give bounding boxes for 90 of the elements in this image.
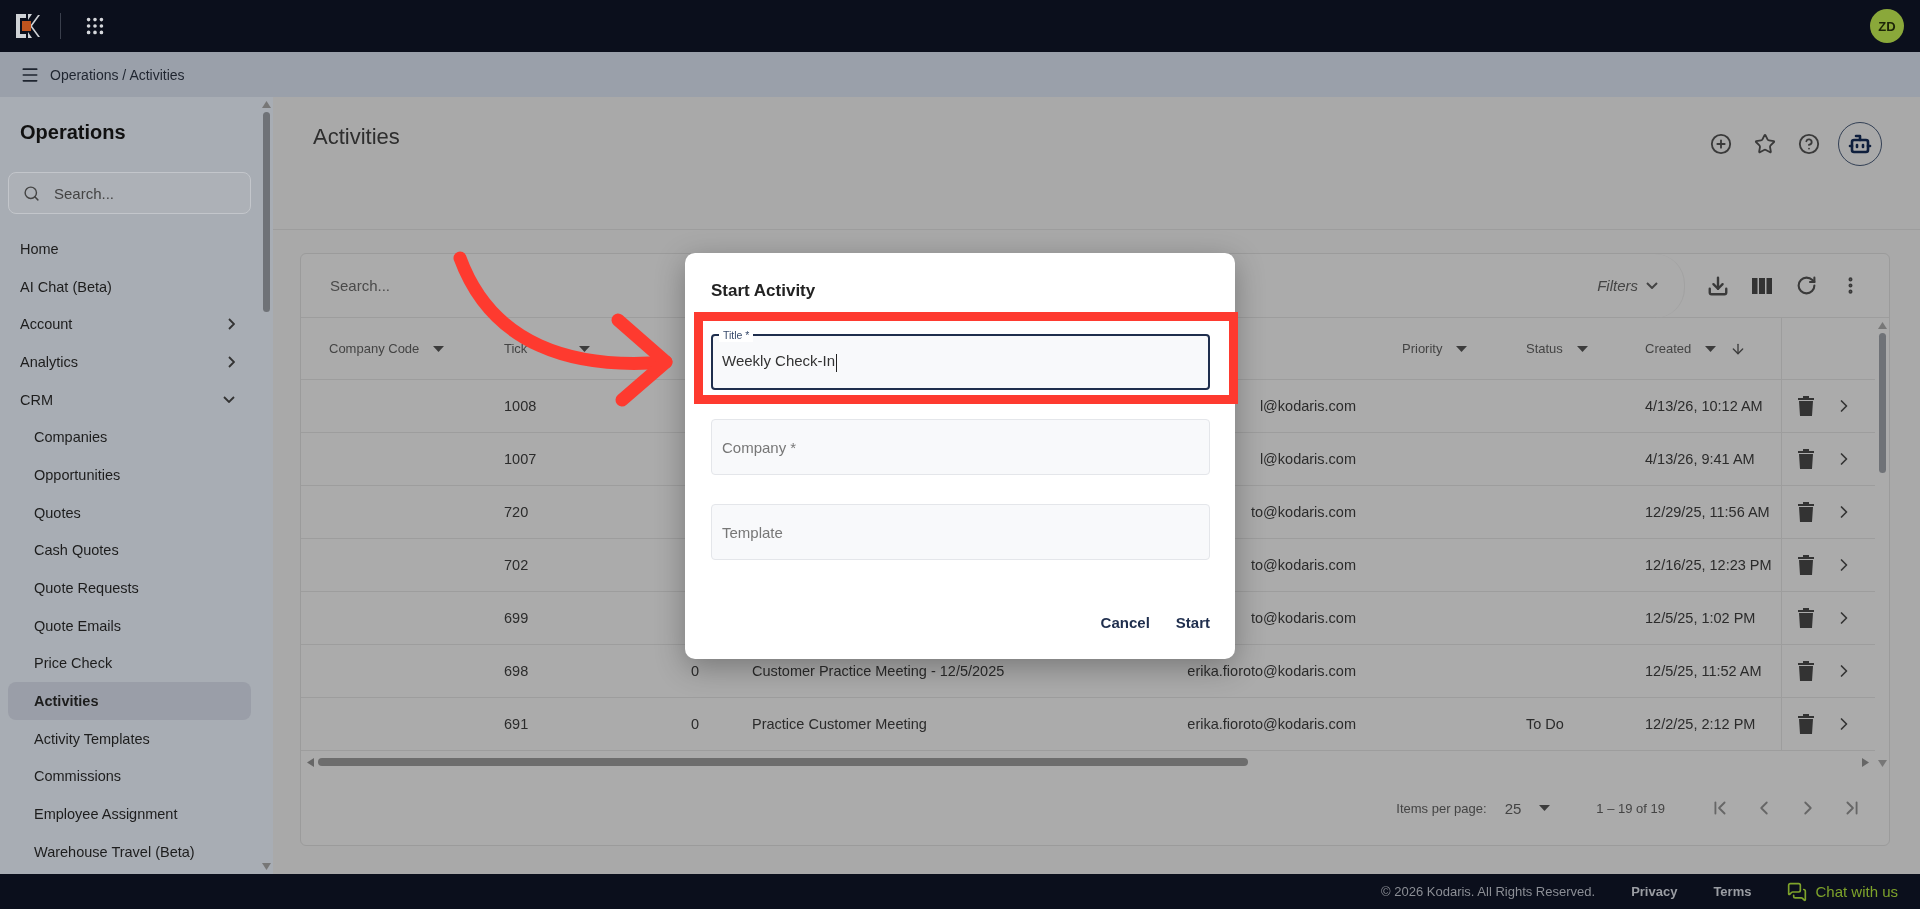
column-header[interactable]: Company Code [329, 341, 420, 356]
table-cell-text: 0 [690, 663, 701, 679]
trash-icon[interactable] [1798, 555, 1814, 575]
table-cell-text: 1008 [503, 398, 538, 414]
table-cell-text: 0 [690, 716, 701, 732]
sidebar-item[interactable]: Cash Quotes [8, 531, 251, 570]
column-header[interactable]: Priority [1402, 341, 1443, 356]
start-button[interactable]: Start [1175, 608, 1210, 637]
sidebar-item[interactable]: Opportunities [8, 456, 251, 494]
column-header[interactable]: Tick [504, 341, 565, 356]
scrollbar-thumb[interactable] [1878, 333, 1886, 473]
sidebar-item[interactable]: CRM [8, 380, 251, 419]
copyright-text: © 2026 Kodaris. All Rights Reserved. [1381, 884, 1596, 899]
breadcrumb: Operations / Activities [50, 66, 185, 83]
table-cell-text: 12/2/25, 2:12 PM [1644, 716, 1757, 732]
user-avatar[interactable]: ZD [1870, 9, 1904, 43]
search-field[interactable]: Search... [8, 172, 251, 214]
trash-icon[interactable] [1798, 661, 1814, 681]
table-cell-text: 4/13/26, 9:41 AM [1644, 451, 1756, 467]
sidebar-item[interactable]: Account [8, 305, 251, 344]
logo-icon[interactable] [16, 14, 40, 38]
chevron-down-icon [1646, 282, 1658, 289]
table-cell-text: 699 [503, 610, 530, 626]
sidebar-item[interactable]: Employee Assignment [8, 795, 251, 833]
table-cell-text: 720 [503, 504, 530, 520]
caret-icon[interactable] [579, 345, 590, 352]
table-cell-text: 12/5/25, 1:02 PM [1644, 610, 1757, 626]
sidebar-item[interactable]: AI Chat (Beta) [8, 267, 251, 306]
search-icon [23, 184, 40, 202]
trash-icon[interactable] [1798, 502, 1814, 522]
table-cell-text: 12/16/25, 12:23 PM [1644, 557, 1773, 573]
page-title: Activities [313, 124, 400, 150]
table-cell-text: 702 [503, 557, 530, 573]
robot-icon [1848, 132, 1872, 156]
sidebar-item[interactable]: Home [8, 230, 251, 268]
sidebar-item[interactable]: Quotes [8, 493, 251, 532]
table-cell: l@kodaris.com [1259, 451, 1356, 467]
table-cell: to@kodaris.com [1251, 610, 1356, 626]
sidebar-title: Operations [19, 120, 127, 145]
table-cell-text: 1007 [503, 451, 538, 467]
page-range: 1 – 19 of 19 [1596, 800, 1665, 816]
scroll-right-icon[interactable] [1862, 757, 1869, 767]
sidebar-item[interactable]: Activity Templates [8, 719, 251, 758]
sidebar-item[interactable]: Companies [8, 418, 251, 457]
items-per-page-label: Items per page: [1396, 800, 1487, 816]
table-cell: l@kodaris.com [1259, 398, 1356, 414]
cancel-button[interactable]: Cancel [1100, 608, 1150, 637]
scrollbar-thumb[interactable] [262, 112, 270, 312]
table-cell-text: 698 [503, 663, 530, 679]
filters-button[interactable]: Filters [1597, 254, 1685, 318]
sidebar-item[interactable]: Price Check [8, 644, 251, 683]
trash-icon[interactable] [1798, 396, 1814, 416]
table-cell-text: To Do [1525, 716, 1565, 732]
sidebar-item[interactable]: Analytics [8, 343, 251, 381]
table-cell-text: 691 [503, 716, 530, 732]
footer-link[interactable]: Terms [1713, 884, 1752, 899]
table-cell: to@kodaris.com [1251, 557, 1356, 573]
table-cell-text: 12/5/25, 11:52 AM [1644, 663, 1763, 679]
chat-button[interactable]: Chat with us [1787, 881, 1898, 902]
dialog-title: Start Activity [711, 281, 817, 301]
chat-icon [1787, 881, 1808, 902]
sidebar-item[interactable]: Activities [8, 682, 251, 720]
scrollbar-thumb[interactable] [318, 758, 1248, 766]
input-field[interactable]: Template [711, 504, 1210, 560]
trash-icon[interactable] [1798, 449, 1814, 469]
caret-icon[interactable] [1576, 345, 1588, 352]
page-size-select[interactable]: 25 [1504, 799, 1551, 817]
scroll-left-icon[interactable] [307, 757, 314, 767]
table-cell-text: 4/13/26, 10:12 AM [1644, 398, 1764, 414]
table-cell: erika.fioroto@kodaris.com [1187, 716, 1356, 732]
table-cell-text: 12/29/25, 11:56 AM [1644, 504, 1771, 520]
trash-icon[interactable] [1798, 714, 1814, 734]
table-cell: erika.fioroto@kodaris.com [1187, 663, 1356, 679]
footer-link[interactable]: Privacy [1631, 884, 1678, 899]
column-header[interactable]: Status [1526, 341, 1563, 356]
table-search-field[interactable]: Search... [328, 276, 628, 295]
sidebar-item[interactable]: Commissions [8, 757, 251, 796]
column-header[interactable]: Created [1645, 341, 1692, 356]
table-cell: to@kodaris.com [1251, 504, 1356, 520]
table-cell-text: Practice Customer Meeting [751, 716, 928, 732]
caret-icon[interactable] [1705, 345, 1717, 352]
input-field[interactable]: Company * [711, 419, 1210, 475]
sidebar-item[interactable]: Warehouse Travel (Beta) [8, 833, 251, 871]
caret-icon [1539, 805, 1551, 811]
caret-icon[interactable] [433, 345, 445, 352]
trash-icon[interactable] [1798, 608, 1814, 628]
caret-icon[interactable] [1456, 345, 1468, 352]
table-cell-text: Customer Practice Meeting - 12/5/2025 [751, 663, 1006, 679]
sidebar-item[interactable]: Quote Requests [8, 569, 251, 607]
sidebar-item[interactable]: Quote Emails [8, 606, 251, 645]
